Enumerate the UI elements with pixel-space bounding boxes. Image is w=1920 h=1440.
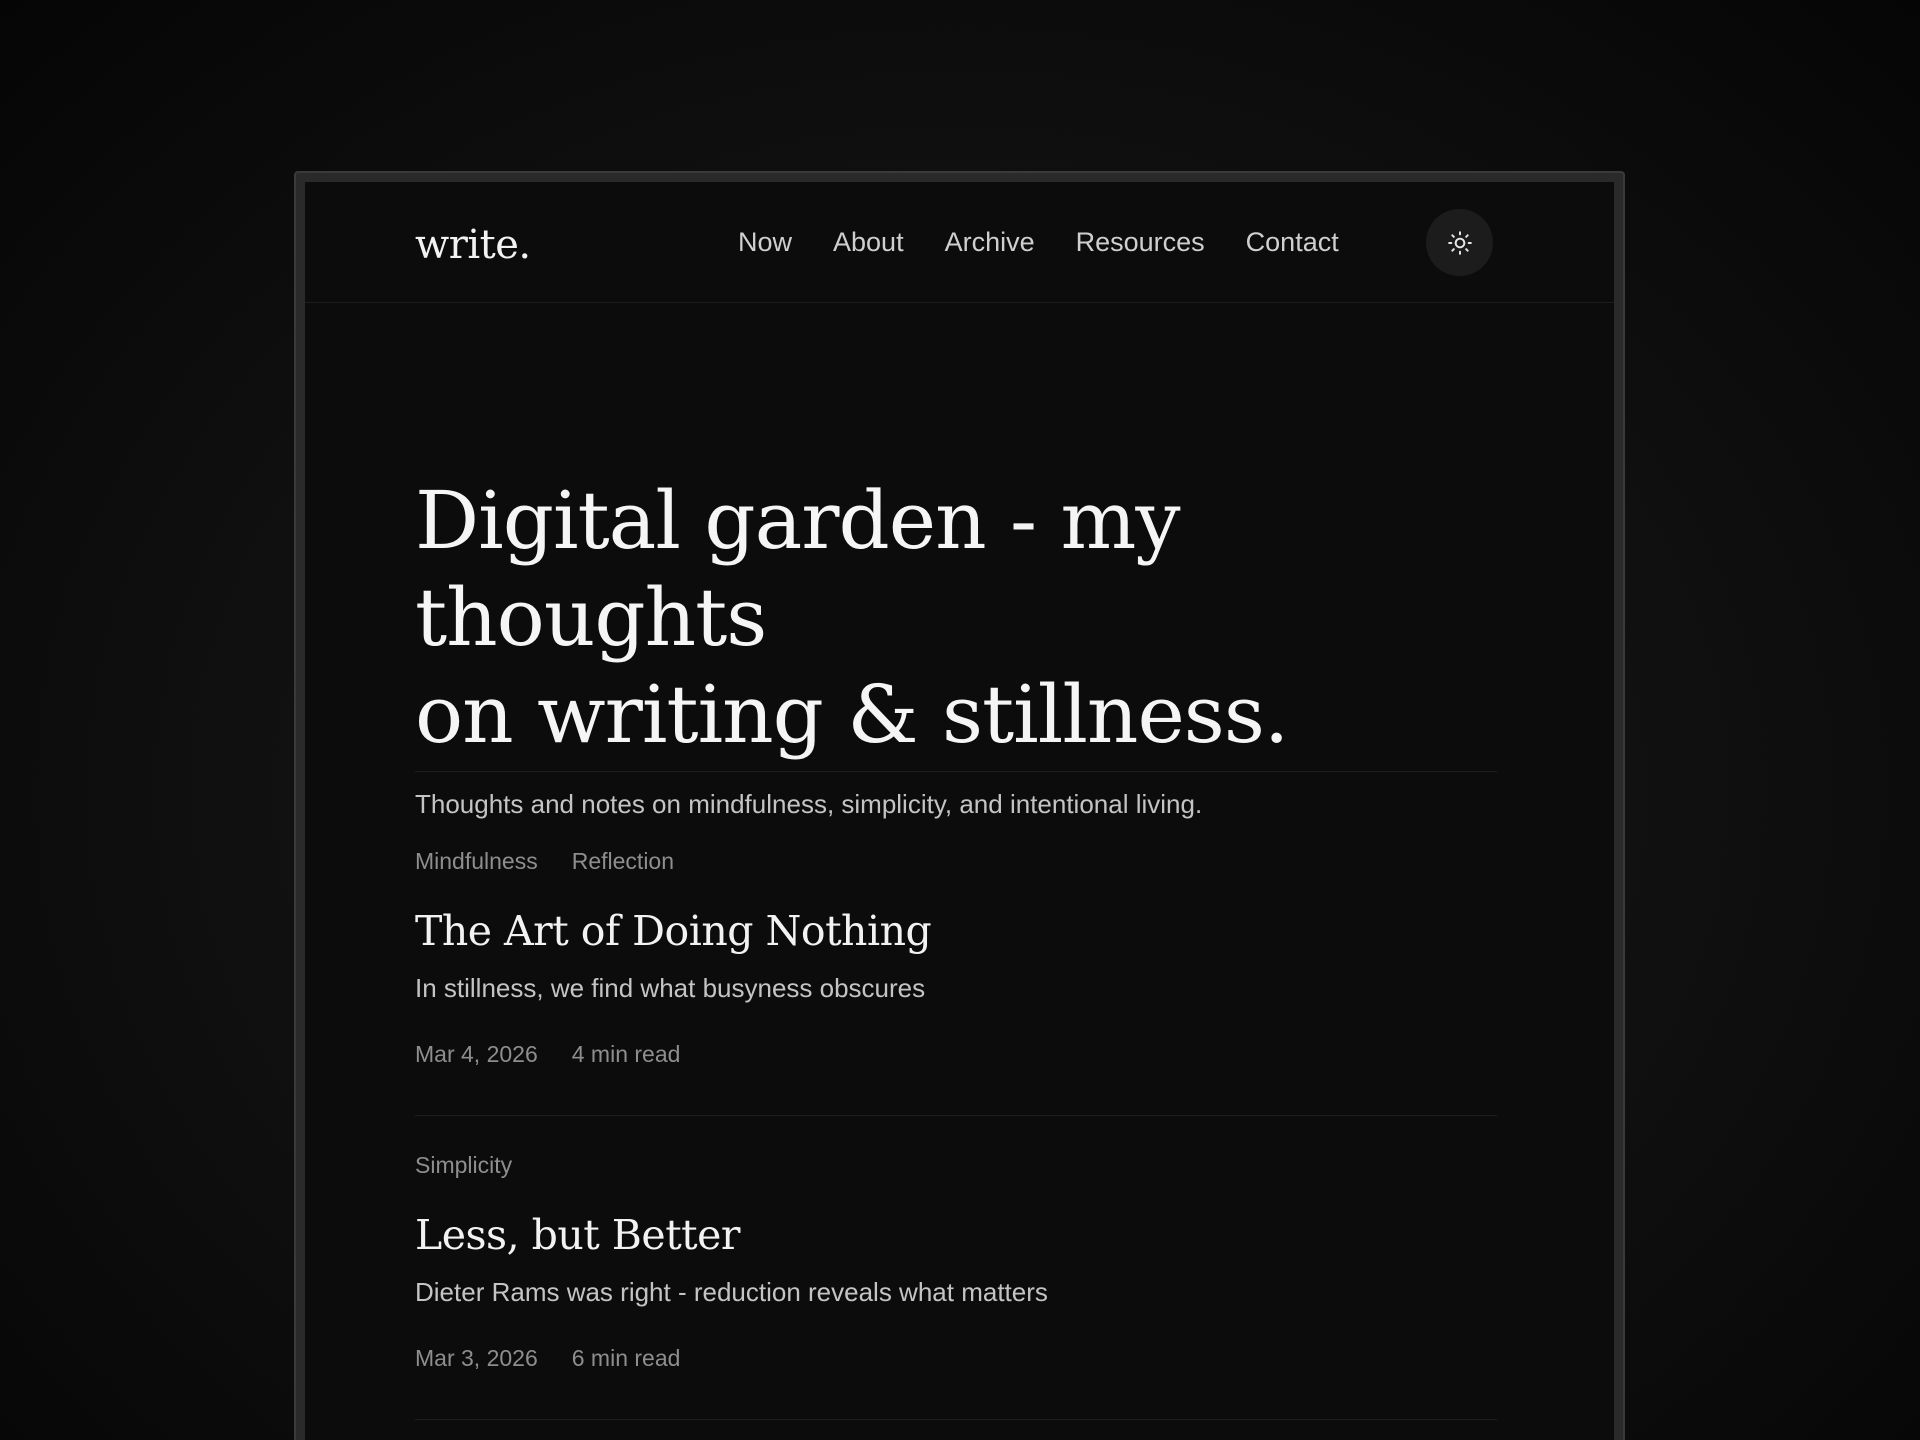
post-divider [415, 1115, 1497, 1116]
nav-item-now[interactable]: Now [738, 227, 792, 258]
post-date: Mar 4, 2026 [415, 1041, 538, 1067]
tag-simplicity[interactable]: Simplicity [415, 1152, 512, 1179]
hero-section: Digital garden - my thoughts on writing … [415, 472, 1497, 820]
page-title: Digital garden - my thoughts on writing … [415, 472, 1497, 763]
main-nav: Now About Archive Resources Contact [738, 182, 1339, 303]
nav-item-resources[interactable]: Resources [1076, 227, 1205, 258]
post-item: Simplicity Less, but Better Dieter Rams … [415, 1152, 1497, 1372]
page-subtitle: Thoughts and notes on mindfulness, simpl… [415, 789, 1203, 819]
hero-divider [415, 771, 1497, 772]
post-read-time: 6 min read [571, 1345, 681, 1371]
post-title[interactable]: The Art of Doing Nothing [415, 907, 1497, 955]
nav-item-archive[interactable]: Archive [945, 227, 1035, 258]
post-excerpt: In stillness, we find what busyness obsc… [415, 973, 926, 1003]
post-meta: Mar 3, 2026 6 min read [415, 1345, 1497, 1372]
tag-reflection[interactable]: Reflection [572, 848, 674, 875]
page-title-line-2: on writing & stillness. [415, 668, 1289, 761]
nav-item-about[interactable]: About [833, 227, 904, 258]
site-logo[interactable]: write. [415, 222, 531, 268]
theme-toggle-button[interactable] [1426, 209, 1493, 276]
browser-frame: write. Now About Archive Resources Conta… [294, 171, 1625, 1440]
post-meta: Mar 4, 2026 4 min read [415, 1041, 1497, 1068]
post-item: Mindfulness Reflection The Art of Doing … [415, 848, 1497, 1068]
sun-icon [1447, 230, 1472, 255]
page-title-line-1: Digital garden - my thoughts [415, 474, 1181, 664]
post-date: Mar 3, 2026 [415, 1345, 538, 1371]
post-tags: Simplicity [415, 1152, 1497, 1179]
tag-mindfulness[interactable]: Mindfulness [415, 848, 538, 875]
page-window: write. Now About Archive Resources Conta… [305, 182, 1614, 1440]
post-read-time: 4 min read [571, 1041, 681, 1067]
site-header: write. Now About Archive Resources Conta… [305, 182, 1614, 303]
post-excerpt: Dieter Rams was right - reduction reveal… [415, 1277, 1048, 1307]
post-title[interactable]: Less, but Better [415, 1211, 1497, 1259]
nav-item-contact[interactable]: Contact [1246, 227, 1339, 258]
post-tags: Mindfulness Reflection [415, 848, 1497, 875]
post-divider [415, 1419, 1497, 1420]
